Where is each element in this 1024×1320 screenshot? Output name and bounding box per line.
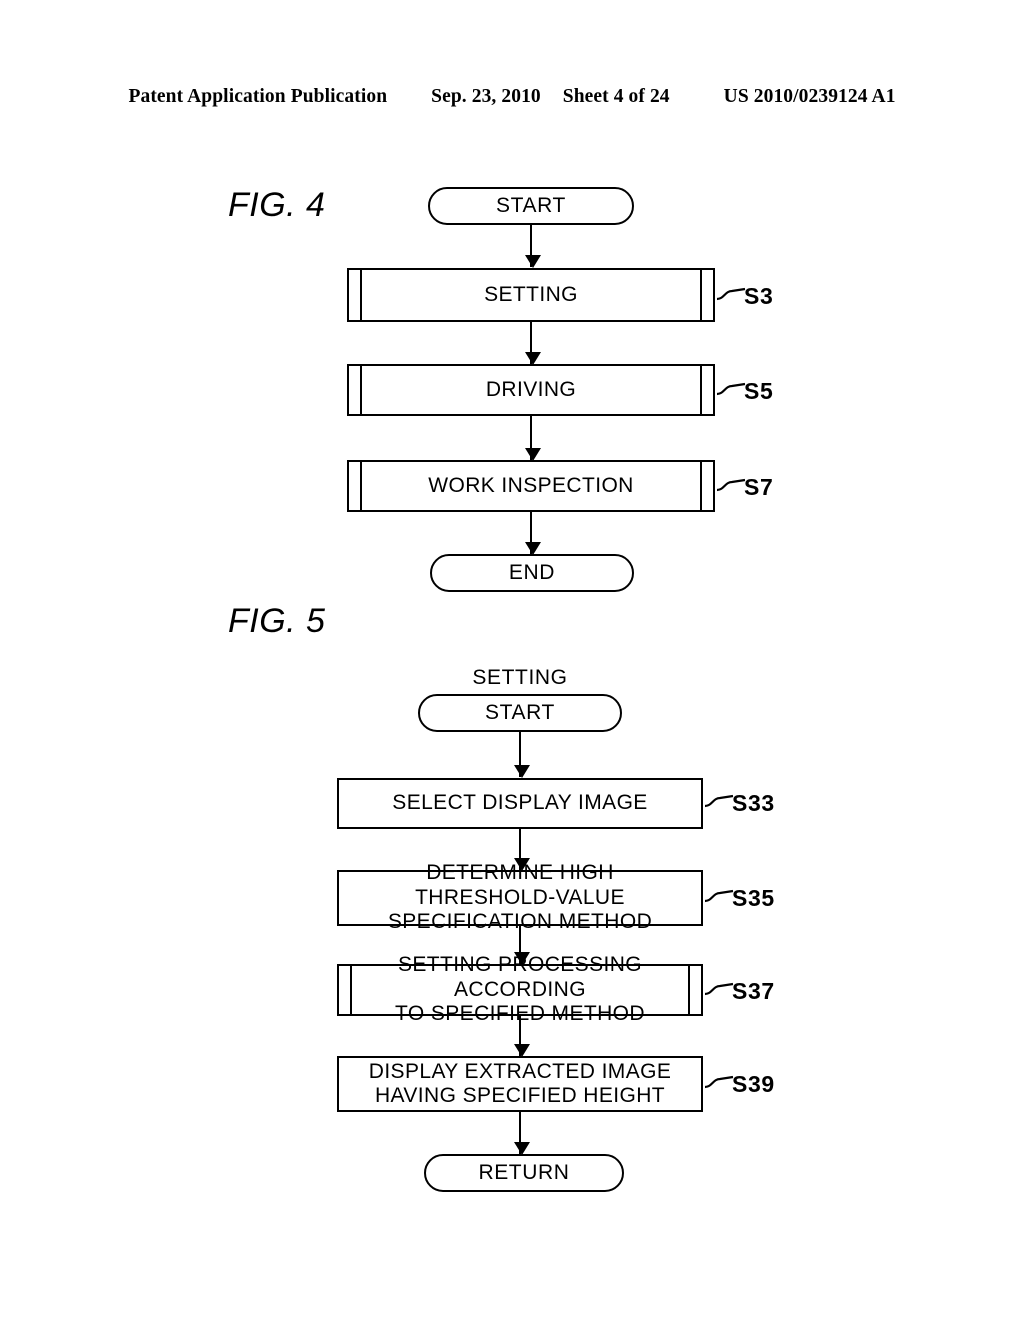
fig5-step-label-s35: S35: [732, 885, 775, 911]
fig4-end-terminal: END: [430, 554, 634, 592]
header-sheet: Sheet 4 of 24: [562, 86, 670, 107]
fig5-s39-line2: HAVING SPECIFIED HEIGHT: [374, 1084, 665, 1107]
fig5-return-terminal: RETURN: [424, 1154, 624, 1192]
fig4-step-label-s5: S5: [744, 378, 774, 404]
fig4-s3-callout-line: [716, 287, 746, 301]
fig5-step-label-s33: S33: [732, 790, 775, 816]
fig4-work-inspection-process: WORK INSPECTION: [347, 460, 715, 512]
fig5-s35-text: DETERMINE HIGH THRESHOLD-VALUE SPECIFICA…: [339, 861, 701, 934]
fig5-connector-s37-to-s39: [513, 1016, 530, 1057]
header-date: Sep. 23, 2010: [431, 86, 541, 107]
fig5-s37-line1: SETTING PROCESSING ACCORDING: [397, 953, 643, 1001]
fig5-step-label-s37: S37: [732, 978, 775, 1004]
fig5-s33-label: SELECT DISPLAY IMAGE: [392, 791, 648, 815]
fig5-determine-threshold-process: DETERMINE HIGH THRESHOLD-VALUE SPECIFICA…: [337, 861, 703, 933]
fig5-select-display-image-process: SELECT DISPLAY IMAGE: [337, 778, 703, 829]
fig5-connector-start-to-s33: [513, 732, 530, 778]
fig4-setting-process: SETTING: [347, 268, 715, 322]
fig5-setting-processing-process: SETTING PROCESSING ACCORDING TO SPECIFIE…: [337, 953, 703, 1025]
fig5-return-label: RETURN: [478, 1161, 570, 1184]
fig5-start-terminal: START: [418, 694, 622, 732]
header-publication: Patent Application Publication: [128, 86, 388, 107]
fig5-s33-callout-line: [704, 794, 734, 808]
fig4-start-terminal: START: [428, 187, 634, 225]
fig4-start-label: START: [496, 194, 566, 217]
fig4-connector-s5-to-s7: [524, 416, 541, 461]
fig5-display-extracted-image-process: DISPLAY EXTRACTED IMAGE HAVING SPECIFIED…: [337, 1056, 703, 1112]
fig4-work-inspection-label: WORK INSPECTION: [428, 473, 634, 497]
fig5-s37-callout-line: [704, 982, 734, 996]
fig5-s39-callout-line: [704, 1075, 734, 1089]
fig4-s5-callout-line: [716, 382, 746, 396]
header-publication-number: US 2010/0239124 A1: [723, 86, 896, 107]
fig4-end-label: END: [508, 561, 556, 584]
fig5-s35-callout-line: [704, 889, 734, 903]
fig5-s35-line1: DETERMINE HIGH THRESHOLD-VALUE: [415, 861, 625, 909]
patent-header: Patent Application Publication Sep. 23, …: [0, 86, 1024, 108]
fig5-setting-caption: SETTING: [472, 666, 568, 689]
fig4-driving-process: DRIVING: [347, 364, 715, 416]
fig5-step-label-s39: S39: [732, 1071, 775, 1097]
fig4-connector-s3-to-s5: [524, 322, 541, 365]
fig5-connector-s39-to-return: [513, 1112, 530, 1155]
figure-label-fig5: FIG. 5: [228, 602, 326, 640]
fig4-connector-start-to-s3: [524, 225, 541, 268]
fig5-s39-line1: DISPLAY EXTRACTED IMAGE: [368, 1059, 672, 1083]
fig4-s7-callout-line: [716, 478, 746, 492]
fig4-step-label-s3: S3: [744, 283, 774, 309]
fig5-start-label: START: [485, 701, 555, 724]
fig5-s39-text: DISPLAY EXTRACTED IMAGE HAVING SPECIFIED…: [351, 1060, 690, 1109]
fig4-setting-label: SETTING: [484, 282, 578, 306]
fig4-step-label-s7: S7: [744, 474, 774, 500]
figure-label-fig4: FIG. 4: [228, 186, 326, 224]
fig4-connector-s7-to-end: [524, 512, 541, 555]
fig4-driving-label: DRIVING: [485, 377, 577, 401]
